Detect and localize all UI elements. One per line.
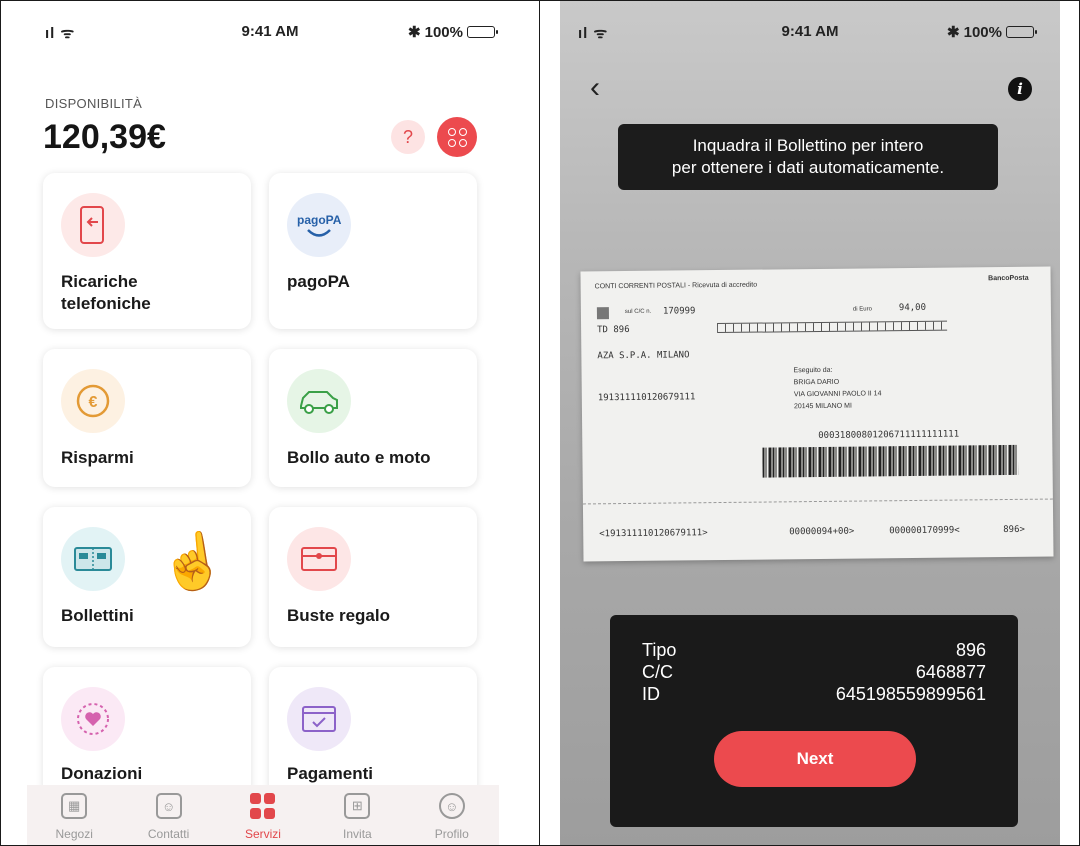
tab-label: Contatti	[147, 827, 190, 841]
scan-instruction: Inquadra il Bollettino per intero per ot…	[618, 124, 998, 190]
camera-viewfinder: ıl ᯤ 9:41 AM ✱ 100% ‹ i Inquadra il Boll…	[560, 1, 1060, 845]
bill-slip-icon	[61, 527, 125, 591]
heart-donation-icon	[61, 687, 125, 751]
shop-icon: ▦	[61, 793, 88, 819]
card-label: pagoPA	[287, 272, 350, 291]
balance-label: DISPONIBILITÀ	[45, 96, 143, 111]
postal-logo-icon	[596, 307, 609, 320]
card-label: Buste regalo	[287, 606, 390, 625]
slip-payee: AZA S.P.A. MILANO	[597, 350, 690, 362]
contacts-icon: ☺	[155, 793, 182, 819]
gift-envelope-icon	[287, 527, 351, 591]
svg-text:€: €	[89, 394, 98, 411]
tab-servizi[interactable]: Servizi	[223, 785, 303, 845]
tab-label: Negozi	[55, 827, 93, 841]
slip-brand: BancoPosta	[988, 274, 1029, 283]
card-pagopa[interactable]: pagoPA pagoPA	[269, 173, 477, 329]
grid-icon	[447, 127, 467, 147]
slip-header: CONTI CORRENTI POSTALI - Ricevuta di acc…	[594, 281, 758, 291]
tab-profilo[interactable]: ☺ Profilo	[412, 785, 492, 845]
slip-long-code: 00031800801206711111111111	[818, 429, 960, 441]
back-arrow-icon[interactable]: ‹	[590, 73, 600, 103]
card-risparmi[interactable]: € Risparmi	[43, 349, 251, 487]
bluetooth-icon: ✱	[408, 24, 421, 41]
services-screen: ıl ᯤ 9:41 AM ✱ 100% DISPONIBILITÀ 120,39…	[0, 0, 540, 846]
slip-code: 191311110120679111	[597, 392, 696, 404]
scan-result-panel: Tipo 896 C/C 6468877 ID 645198559899561 …	[610, 615, 1018, 827]
card-buste-regalo[interactable]: Buste regalo	[269, 507, 477, 647]
slip-barcode	[762, 444, 1019, 478]
pointer-hand-icon: ☝	[155, 527, 231, 597]
bluetooth-icon: ✱	[947, 24, 960, 41]
card-label: Ricariche telefoniche	[61, 272, 151, 313]
tab-invita[interactable]: ⊞ Invita	[317, 785, 397, 845]
scanner-screen: ıl ᯤ 9:41 AM ✱ 100% ‹ i Inquadra il Boll…	[539, 0, 1080, 846]
pagopa-logo-icon: pagoPA	[287, 193, 351, 257]
card-label: Bollettini	[61, 606, 134, 625]
card-label: Pagamenti	[287, 764, 373, 783]
help-button[interactable]: ?	[391, 120, 425, 154]
slip-payer: BRIGA DARIO	[793, 378, 840, 387]
car-icon	[287, 369, 351, 433]
card-label: Bollo auto e moto	[287, 448, 431, 467]
tab-contatti[interactable]: ☺ Contatti	[129, 785, 209, 845]
next-button[interactable]: Next	[714, 731, 916, 787]
slip-ocr-2: 00000094+00>	[789, 526, 855, 538]
slip-ocr-3: 000000170999<	[889, 525, 960, 537]
services-icon	[250, 793, 276, 819]
tab-bar: ▦ Negozi ☺ Contatti Servizi ⊞ Invita ☺ P…	[27, 785, 499, 845]
phone-recharge-icon	[61, 193, 125, 257]
battery-indicator: ✱ 100%	[947, 23, 1037, 41]
scanned-bill-slip: CONTI CORRENTI POSTALI - Ricevuta di acc…	[580, 266, 1054, 562]
battery-indicator: ✱ 100%	[408, 23, 498, 41]
card-bollo-auto-moto[interactable]: Bollo auto e moto	[269, 349, 477, 487]
card-donazioni[interactable]: Donazioni	[43, 667, 251, 797]
status-bar: ıl ᯤ 9:41 AM ✱ 100%	[1, 23, 539, 47]
payment-card-icon	[287, 687, 351, 751]
battery-icon	[467, 26, 498, 38]
slip-boxes	[717, 320, 948, 334]
card-pagamenti[interactable]: Pagamenti	[269, 667, 477, 797]
svg-text:pagoPA: pagoPA	[297, 213, 342, 227]
slip-td: TD 896	[597, 324, 630, 336]
slip-ocr-1: <191311110120679111>	[599, 528, 708, 540]
result-row-cc: C/C 6468877	[642, 662, 986, 682]
gift-icon: ⊞	[344, 793, 371, 819]
result-row-tipo: Tipo 896	[642, 640, 986, 660]
qr-menu-button[interactable]	[437, 117, 477, 157]
card-label: Risparmi	[61, 448, 134, 467]
profile-icon: ☺	[438, 793, 465, 819]
battery-icon	[1006, 26, 1037, 38]
tab-label: Invita	[343, 827, 372, 841]
tab-label: Profilo	[434, 827, 469, 841]
slip-ocr-4: 896>	[1003, 524, 1025, 536]
card-label: Donazioni	[61, 764, 143, 783]
status-bar: ıl ᯤ 9:41 AM ✱ 100%	[560, 23, 1060, 47]
tab-negozi[interactable]: ▦ Negozi	[34, 785, 114, 845]
tab-label: Servizi	[244, 827, 281, 841]
slip-account: 170999	[662, 306, 696, 317]
balance-amount: 120,39€	[43, 118, 166, 156]
info-icon[interactable]: i	[1008, 77, 1032, 101]
battery-percent: 100%	[963, 23, 1002, 41]
card-ricariche-telefoniche[interactable]: Ricariche telefoniche	[43, 173, 251, 329]
battery-percent: 100%	[424, 23, 463, 41]
euro-coin-icon: €	[61, 369, 125, 433]
slip-amount: 94,00	[898, 302, 927, 314]
result-row-id: ID 645198559899561	[642, 684, 986, 704]
